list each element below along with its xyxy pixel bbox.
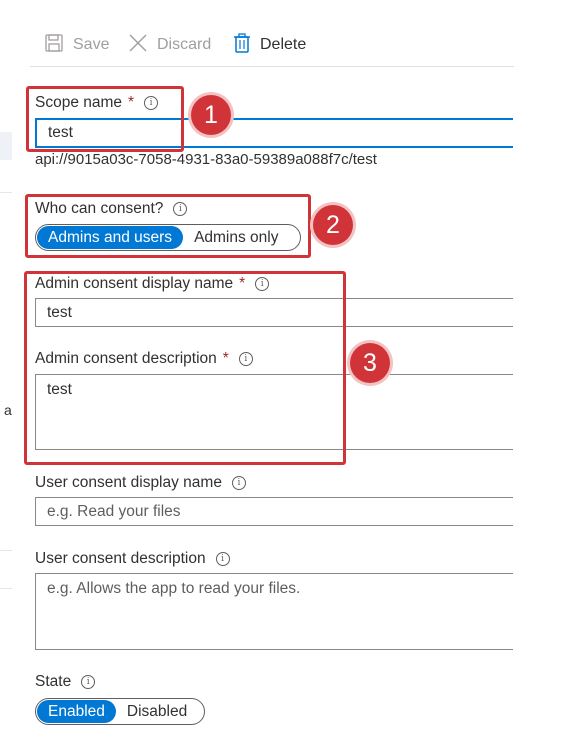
info-icon[interactable]: i: [231, 476, 246, 490]
callout-badge-2: 2: [313, 205, 353, 245]
discard-button[interactable]: Discard: [128, 34, 211, 56]
save-icon: [44, 33, 64, 58]
user-display-name-label: User consent display name i: [35, 474, 246, 492]
callout-box-3: [24, 271, 346, 465]
save-label: Save: [73, 36, 110, 53]
state-label: State i: [35, 673, 96, 691]
callout-box-1: [26, 86, 184, 152]
left-panel-divider: [0, 588, 12, 589]
state-toggle[interactable]: Enabled Disabled: [35, 698, 205, 725]
left-panel-divider: [0, 550, 12, 551]
scope-uri-text: api://9015a03c-7058-4931-83a0-59389a088f…: [35, 151, 377, 168]
option-disabled[interactable]: Disabled: [116, 700, 198, 723]
info-icon[interactable]: i: [81, 675, 96, 689]
info-icon[interactable]: i: [215, 552, 230, 566]
user-description-label: User consent description i: [35, 550, 230, 568]
callout-badge-3: 3: [350, 343, 390, 383]
delete-label: Delete: [260, 36, 307, 53]
left-panel-partial-text: a: [4, 402, 12, 418]
save-button[interactable]: Save: [44, 33, 110, 58]
callout-box-2: [25, 194, 311, 258]
left-panel-edge: [0, 0, 12, 746]
delete-button[interactable]: Delete: [233, 32, 307, 58]
left-panel-selected-row: [0, 132, 12, 160]
callout-badge-1: 1: [191, 95, 231, 135]
trash-icon: [233, 32, 251, 58]
toolbar-divider: [30, 66, 514, 67]
left-panel-divider: [0, 192, 12, 193]
option-enabled[interactable]: Enabled: [37, 700, 116, 723]
close-icon: [128, 33, 148, 58]
discard-label: Discard: [157, 36, 212, 53]
user-description-textarea[interactable]: e.g. Allows the app to read your files.: [35, 573, 513, 650]
user-display-name-input[interactable]: e.g. Read your files: [35, 497, 513, 526]
